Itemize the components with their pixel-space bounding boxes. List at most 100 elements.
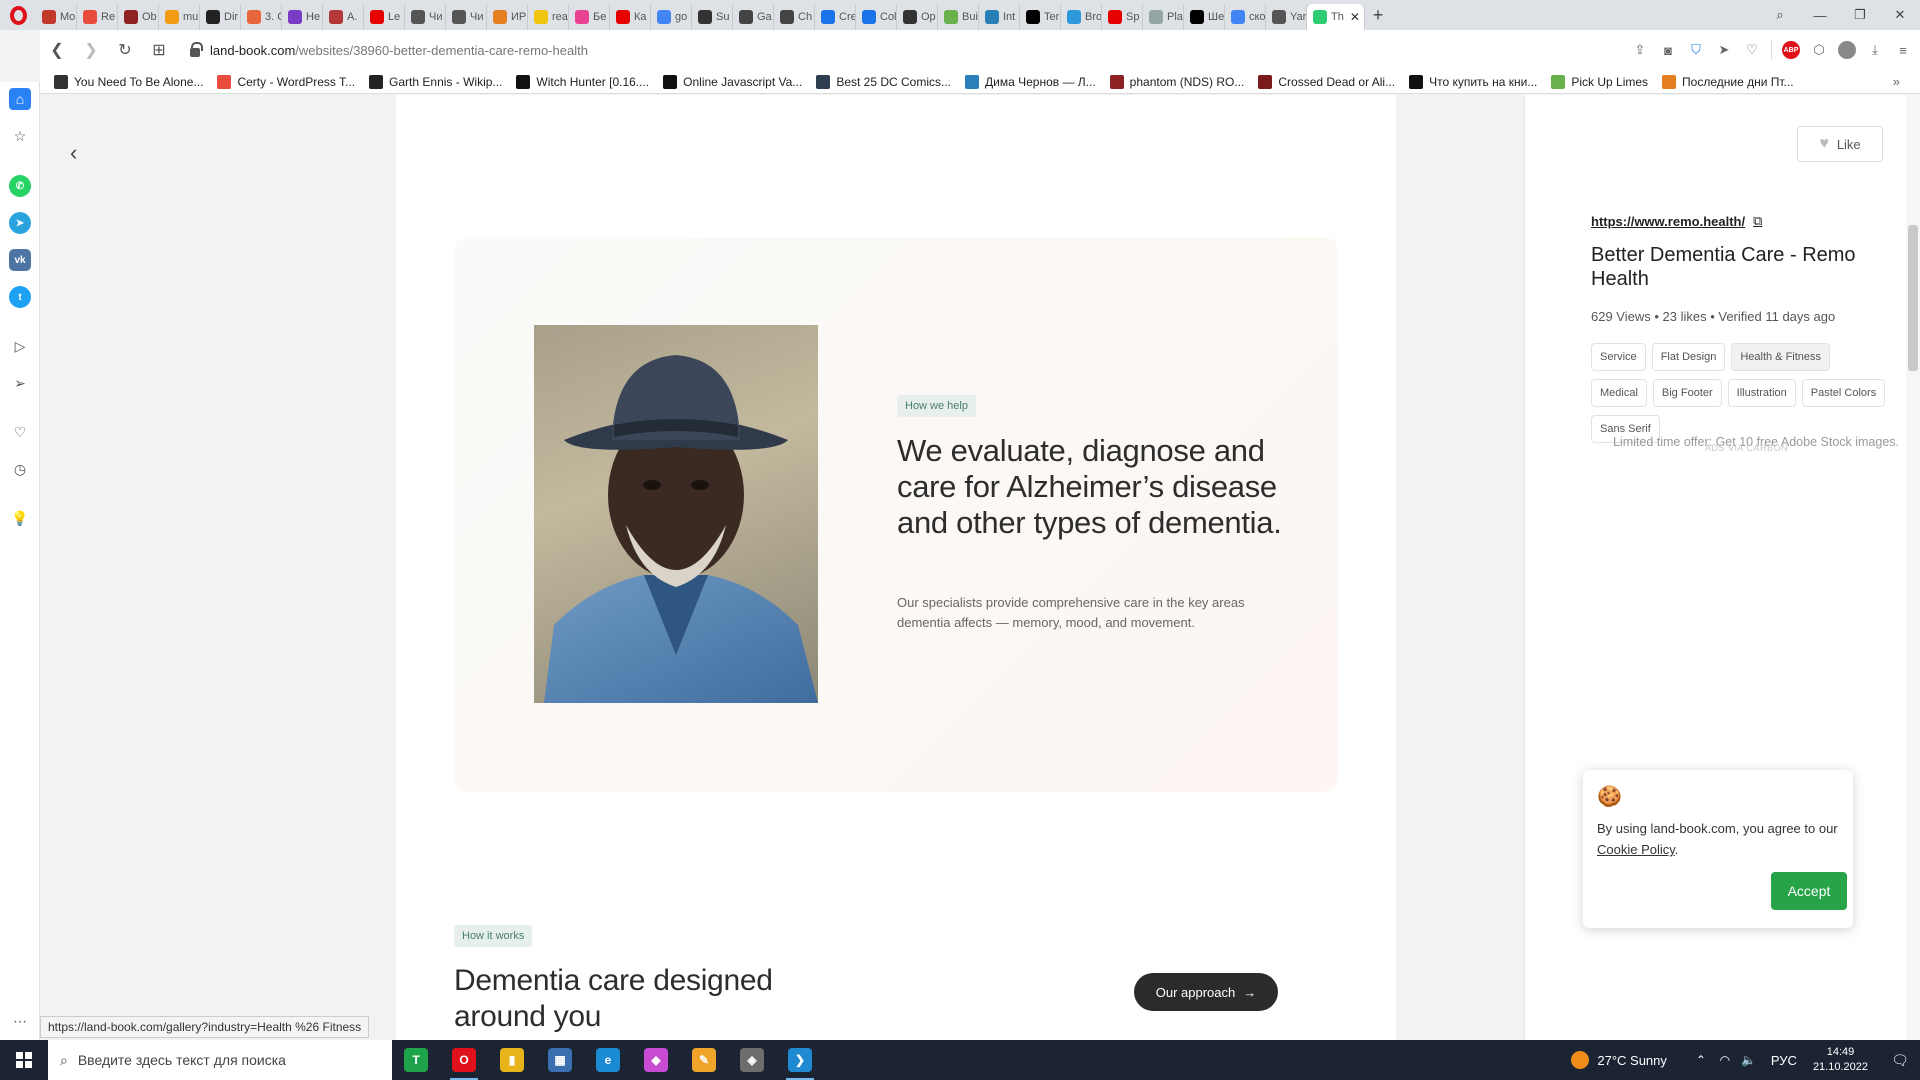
new-tab-button[interactable]: + [1365, 0, 1391, 30]
close-tab-icon[interactable]: ✕ [1350, 10, 1360, 24]
taskbar-app-opera[interactable]: O [440, 1040, 488, 1080]
network-icon[interactable]: ◠ [1713, 1053, 1737, 1067]
bookmark-item[interactable]: Garth Ennis - Wikip... [369, 74, 502, 89]
back-button[interactable]: ❮ [40, 35, 74, 65]
browser-tab[interactable]: 3. C [241, 4, 282, 30]
gallery-back-icon[interactable]: ‹ [70, 140, 77, 166]
browser-tab[interactable]: Bui [938, 4, 979, 30]
tab-search-icon[interactable]: ⌕ [1760, 0, 1800, 30]
tag-chip[interactable]: Health & Fitness [1731, 343, 1831, 371]
browser-tab[interactable]: Ch [774, 4, 815, 30]
taskbar-search-input[interactable]: ⌕ Введите здесь текст для поиска [48, 1040, 392, 1080]
taskbar-app-game[interactable]: ◈ [728, 1040, 776, 1080]
taskbar-app-color-picker[interactable]: ◆ [632, 1040, 680, 1080]
browser-tab[interactable]: Бе [569, 4, 610, 30]
browser-tab[interactable]: Чи [446, 4, 487, 30]
browser-tab[interactable]: Mo [36, 4, 77, 30]
twitter-icon[interactable]: t [9, 286, 31, 308]
browser-tab[interactable]: Su [692, 4, 733, 30]
tag-chip[interactable]: Medical [1591, 379, 1647, 407]
bookmark-item[interactable]: Pick Up Limes [1551, 74, 1648, 89]
adblock-icon[interactable]: ABP [1782, 41, 1800, 59]
accept-cookies-button[interactable]: Accept [1771, 872, 1847, 910]
bookmark-item[interactable]: Дима Чернов — Л... [965, 74, 1096, 89]
tag-chip[interactable]: Big Footer [1652, 379, 1722, 407]
restore-button[interactable]: ❐ [1840, 0, 1880, 30]
bookmark-item[interactable]: Что купить на кни... [1409, 74, 1537, 89]
bookmark-item[interactable]: Последние дни Пт... [1662, 74, 1794, 89]
whatsapp-icon[interactable]: ✆ [9, 175, 31, 197]
ad-attribution[interactable]: ADS VIA CARBON [1705, 443, 1788, 453]
home-icon[interactable]: ⌂ [9, 88, 31, 110]
site-external-link[interactable]: https://www.remo.health/ ⧉ [1591, 213, 1762, 229]
taskbar-app-explorer[interactable]: ▮ [488, 1040, 536, 1080]
tag-chip[interactable]: Service [1591, 343, 1646, 371]
browser-tab[interactable]: Re [77, 4, 118, 30]
heart-icon[interactable]: ♡ [1743, 41, 1761, 59]
taskbar-app-edge[interactable]: e [584, 1040, 632, 1080]
chevron-up-icon[interactable]: ⌃ [1689, 1053, 1713, 1067]
shield-icon[interactable]: ⛉ [1687, 41, 1705, 59]
send-icon[interactable]: ➤ [1715, 41, 1733, 59]
forward-button[interactable]: ❯ [74, 35, 108, 65]
browser-tab[interactable]: Th ✕ [1307, 4, 1365, 30]
bookmark-item[interactable]: Certy - WordPress T... [217, 74, 355, 89]
browser-tab[interactable]: Col [856, 4, 897, 30]
url-field[interactable]: land-book.com/websites/38960-better-deme… [190, 41, 588, 58]
browser-tab[interactable]: rea [528, 4, 569, 30]
language-indicator[interactable]: РУС [1771, 1053, 1797, 1068]
favorites-heart-icon[interactable]: ♡ [9, 421, 31, 443]
extensions-icon[interactable]: ⬡ [1810, 41, 1828, 59]
bookmarks-star-icon[interactable]: ☆ [9, 125, 31, 147]
browser-tab[interactable]: Cre [815, 4, 856, 30]
clock[interactable]: 14:49 21.10.2022 [1813, 1045, 1868, 1075]
reload-button[interactable]: ↻ [108, 35, 142, 65]
taskbar-app-calculator[interactable]: ▦ [536, 1040, 584, 1080]
tag-chip[interactable]: Pastel Colors [1801, 379, 1886, 407]
browser-tab[interactable]: Op [897, 4, 938, 30]
browser-tab[interactable]: Чи [405, 4, 446, 30]
bookmark-item[interactable]: Crossed Dead or Ali... [1258, 74, 1395, 89]
telegram-icon[interactable]: ➤ [9, 212, 31, 234]
browser-tab[interactable]: Bro [1061, 4, 1102, 30]
browser-tab[interactable]: Le [364, 4, 405, 30]
page-scrollbar[interactable] [1906, 95, 1920, 1040]
browser-tab[interactable]: mu [159, 4, 200, 30]
browser-tab[interactable]: Sp [1102, 4, 1143, 30]
tips-lightbulb-icon[interactable]: 💡 [9, 507, 31, 529]
close-window-button[interactable]: ✕ [1880, 0, 1920, 30]
taskbar-app-vscode[interactable]: ❯ [776, 1040, 824, 1080]
share-icon[interactable]: ⇪ [1631, 41, 1649, 59]
minimize-button[interactable]: — [1800, 0, 1840, 30]
weather-text[interactable]: 27°C Sunny [1597, 1053, 1667, 1068]
tag-chip[interactable]: Illustration [1727, 379, 1796, 407]
browser-tab[interactable]: Ga [733, 4, 774, 30]
bookmark-item[interactable]: Online Javascript Va... [663, 74, 802, 89]
start-button[interactable] [0, 1040, 48, 1080]
camera-icon[interactable]: ◙ [1659, 41, 1677, 59]
cookie-policy-link[interactable]: Cookie Policy [1597, 842, 1675, 857]
tag-chip[interactable]: Flat Design [1651, 343, 1726, 371]
browser-tab[interactable]: ско [1225, 4, 1266, 30]
browser-tab[interactable]: go [651, 4, 692, 30]
bookmark-item[interactable]: You Need To Be Alone... [54, 74, 203, 89]
our-approach-button[interactable]: Our approach → [1134, 973, 1278, 1011]
browser-tab[interactable]: Int [979, 4, 1020, 30]
taskbar-app-trello[interactable]: T [392, 1040, 440, 1080]
notifications-icon[interactable]: 🗨 [1880, 1040, 1920, 1080]
scrollbar-thumb[interactable] [1908, 225, 1918, 371]
bookmark-item[interactable]: Best 25 DC Comics... [816, 74, 951, 89]
flow-icon[interactable]: ➢ [9, 372, 31, 394]
tabs-overview-button[interactable]: ⊞ [142, 35, 176, 65]
bookmarks-more-icon[interactable]: » [1893, 74, 1900, 89]
volume-icon[interactable]: 🔈 [1737, 1053, 1761, 1067]
player-icon[interactable]: ▷ [9, 335, 31, 357]
sidebar-more-icon[interactable]: ⋯ [9, 1010, 31, 1032]
browser-tab[interactable]: A. [323, 4, 364, 30]
menu-icon[interactable]: ≡ [1894, 41, 1912, 59]
browser-tab[interactable]: Ob [118, 4, 159, 30]
bookmark-item[interactable]: phantom (NDS) RO... [1109, 74, 1244, 89]
browser-tab[interactable]: Ter [1020, 4, 1061, 30]
opera-menu-button[interactable] [0, 0, 36, 30]
browser-tab[interactable]: ИР [487, 4, 528, 30]
